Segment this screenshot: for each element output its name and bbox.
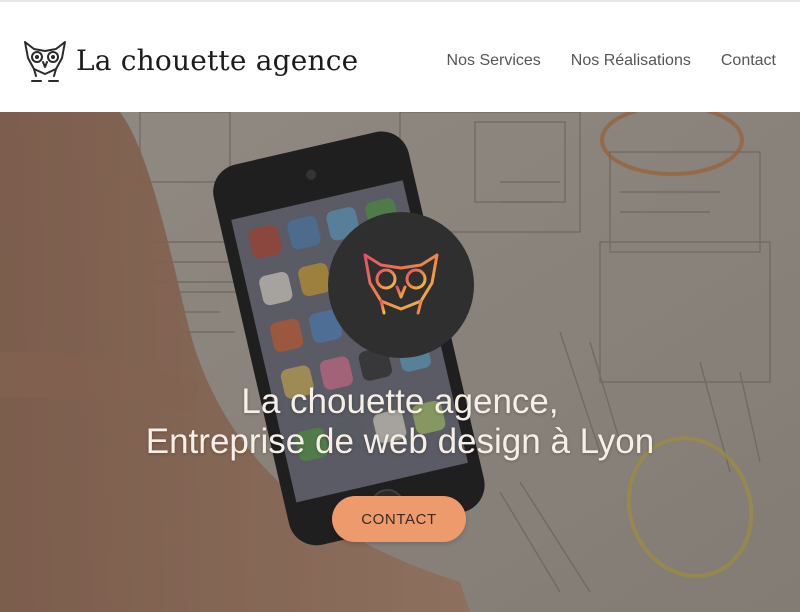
nav-link-contact[interactable]: Contact (721, 52, 776, 70)
hero-title-line-2: Entreprise de web design à Lyon (145, 422, 655, 461)
main-nav: Nos Services Nos Réalisations Contact (447, 52, 776, 70)
page: La chouette agence Nos Services Nos Réal… (0, 0, 800, 612)
hero-title: La chouette agence, Entreprise de web de… (0, 382, 800, 462)
brand[interactable]: La chouette agence (22, 34, 358, 86)
contact-cta-button[interactable]: CONTACT (332, 496, 466, 542)
hero-section: La chouette agence, Entreprise de web de… (0, 112, 800, 612)
owl-icon (24, 41, 66, 82)
hero-title-line-1: La chouette agence, (241, 382, 559, 421)
nav-link-realisations[interactable]: Nos Réalisations (571, 52, 691, 70)
nav-link-services[interactable]: Nos Services (447, 52, 541, 70)
brand-name: La chouette agence (76, 43, 359, 77)
hero-owl-badge (328, 212, 474, 358)
site-header: La chouette agence Nos Services Nos Réal… (0, 0, 800, 112)
owl-icon (363, 253, 439, 322)
